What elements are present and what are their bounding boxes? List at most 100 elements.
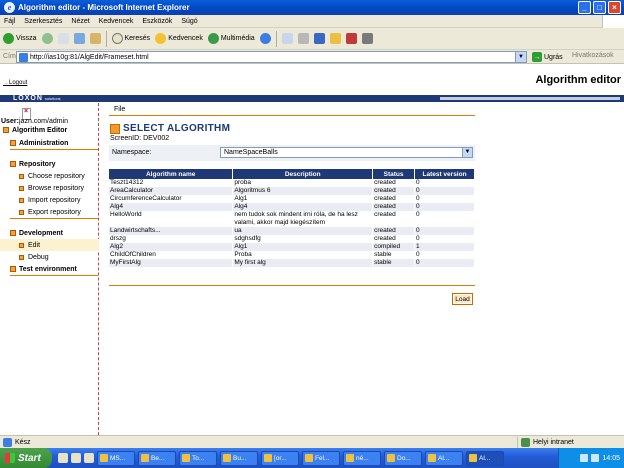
menu-help[interactable]: Súgó xyxy=(181,18,197,25)
table-cell: sdghsdfg xyxy=(232,235,374,243)
group-development: Development Edit Debug Test environment xyxy=(0,227,99,276)
taskbar-button[interactable]: Al... xyxy=(425,450,463,466)
logout-link[interactable]: →Logout xyxy=(3,80,27,86)
print-icon[interactable] xyxy=(297,33,309,44)
table-row[interactable]: ChildOfChildren Proba stable 0 xyxy=(109,251,475,259)
forward-arrow-icon[interactable] xyxy=(41,33,53,44)
taskbar-button[interactable]: Do... xyxy=(384,450,422,466)
nav-item-edit[interactable]: Edit xyxy=(0,239,99,251)
table-cell: Alg4 xyxy=(232,203,374,211)
user-label: User: xyxy=(1,118,19,125)
word-edit-icon[interactable] xyxy=(313,33,325,44)
nav-item-export-repository[interactable]: Export repository xyxy=(0,206,99,218)
tree-root[interactable]: Algorithm Editor xyxy=(0,125,99,135)
app-icon xyxy=(305,454,313,462)
table-row[interactable]: Alg2 Alg1 compiled 1 xyxy=(109,243,475,251)
minimize-icon[interactable]: _ xyxy=(578,1,591,14)
nav-item-debug[interactable]: Debug xyxy=(0,251,99,263)
history-icon[interactable] xyxy=(259,33,271,44)
chevron-down-icon[interactable]: ▼ xyxy=(515,52,526,62)
divider xyxy=(109,115,475,116)
ie-logo-icon: e xyxy=(4,2,15,13)
taskbar-button[interactable]: Bu... xyxy=(220,450,258,466)
table-cell: stable xyxy=(372,251,416,259)
refresh-icon[interactable] xyxy=(73,33,85,44)
load-button[interactable]: Load xyxy=(452,293,473,305)
app-title: Algorithm editor xyxy=(535,74,621,86)
group-head-administration[interactable]: Administration xyxy=(0,137,99,149)
start-button[interactable]: Start xyxy=(0,448,52,468)
table-cell: stable xyxy=(372,259,416,267)
taskbar-button[interactable]: né... xyxy=(343,450,381,466)
menu-file[interactable]: Fájl xyxy=(4,18,15,25)
quicklaunch-icon[interactable] xyxy=(71,453,81,463)
column-header[interactable]: Description xyxy=(232,169,374,179)
taskbar-button[interactable]: Fel... xyxy=(302,450,340,466)
quicklaunch-icon[interactable] xyxy=(84,453,94,463)
table-cell: Teszt14312 xyxy=(109,179,234,187)
menu-favorites[interactable]: Kedvencek xyxy=(99,18,134,25)
table-row[interactable]: HelloWorld nem tudok sok mindent irni ról… xyxy=(109,211,475,227)
group-head-development[interactable]: Development xyxy=(0,227,99,239)
home-icon[interactable] xyxy=(89,33,101,44)
go-button[interactable]: → Ugrás xyxy=(532,52,563,62)
chevron-down-icon[interactable]: ▼ xyxy=(462,148,472,157)
back-button[interactable]: Vissza xyxy=(3,33,37,44)
group-head-repository[interactable]: Repository xyxy=(0,158,99,170)
table-row[interactable]: CircumferenceCalculator Alg1 created 0 xyxy=(109,195,475,203)
table-cell: 0 xyxy=(414,187,475,195)
taskbar-button[interactable]: Al... xyxy=(466,450,504,466)
table-row[interactable]: Teszt14312 proba created 0 xyxy=(109,179,475,187)
column-header[interactable]: Algorithm name xyxy=(109,169,234,179)
column-header[interactable]: Status xyxy=(372,169,416,179)
node-icon xyxy=(10,230,16,236)
stop-icon[interactable] xyxy=(57,33,69,44)
table-cell: HelloWorld xyxy=(109,211,234,227)
column-header[interactable]: Latest version xyxy=(414,169,475,179)
close-icon[interactable]: × xyxy=(608,1,621,14)
table-row[interactable]: AreaCalculator Algoritmus 6 created 0 xyxy=(109,187,475,195)
menu-view[interactable]: Nézet xyxy=(71,18,89,25)
media-icon xyxy=(207,33,219,44)
tray-icon[interactable] xyxy=(591,454,600,462)
table-cell: drszg xyxy=(109,235,234,243)
table-cell: Proba xyxy=(232,251,374,259)
maximize-icon[interactable]: □ xyxy=(593,1,606,14)
table-row[interactable]: MyFirstAlg My first alg stable 0 xyxy=(109,259,475,267)
favorites-button[interactable]: Kedvencek xyxy=(155,33,203,44)
quick-launch xyxy=(58,453,94,463)
browser-toolbar: Vissza Keresés Kedvencek Multimédia xyxy=(0,28,624,50)
menu-edit[interactable]: Szerkesztés xyxy=(24,18,62,25)
app-icon xyxy=(264,454,272,462)
divider xyxy=(109,285,475,286)
group-head-test-environment[interactable]: Test environment xyxy=(0,263,99,275)
table-row[interactable]: Landwirtschafts... ua created 0 xyxy=(109,227,475,235)
taskbar-button[interactable]: Be... xyxy=(138,450,176,466)
table-row[interactable]: Alg4 Alg4 created 0 xyxy=(109,203,475,211)
table-cell: 0 xyxy=(414,227,475,235)
tray-icon[interactable] xyxy=(580,454,589,462)
taskbar-button[interactable]: MS... xyxy=(97,450,135,466)
table-row[interactable]: drszg sdghsdfg created 0 xyxy=(109,235,475,243)
nav-item-import-repository[interactable]: Import repository xyxy=(0,194,99,206)
menu-bar: Fájl Szerkesztés Nézet Kedvencek Eszközö… xyxy=(0,15,624,28)
namespace-select[interactable]: NameSpaceBalls ▼ xyxy=(220,147,473,158)
research-icon[interactable] xyxy=(361,33,373,44)
folder-icon[interactable] xyxy=(329,33,341,44)
media-button[interactable]: Multimédia xyxy=(207,33,255,44)
node-icon xyxy=(19,209,24,215)
quicklaunch-icon[interactable] xyxy=(58,453,68,463)
nav-item-choose-repository[interactable]: Choose repository xyxy=(0,170,99,182)
mail-icon[interactable] xyxy=(281,33,293,44)
table-cell: MyFirstAlg xyxy=(109,259,234,267)
links-button[interactable]: Hivatkozások xyxy=(572,52,614,59)
taskbar-button[interactable]: [or... xyxy=(261,450,299,466)
divider xyxy=(10,218,98,219)
messenger-icon[interactable] xyxy=(345,33,357,44)
address-input[interactable]: http://ias10g:81/AlgEdit/Frameset.html ▼ xyxy=(16,51,527,63)
taskbar-button[interactable]: To... xyxy=(179,450,217,466)
file-menu[interactable]: File xyxy=(114,106,125,113)
search-button[interactable]: Keresés xyxy=(111,33,150,44)
menu-tools[interactable]: Eszközök xyxy=(142,18,172,25)
nav-item-browse-repository[interactable]: Browse repository xyxy=(0,182,99,194)
